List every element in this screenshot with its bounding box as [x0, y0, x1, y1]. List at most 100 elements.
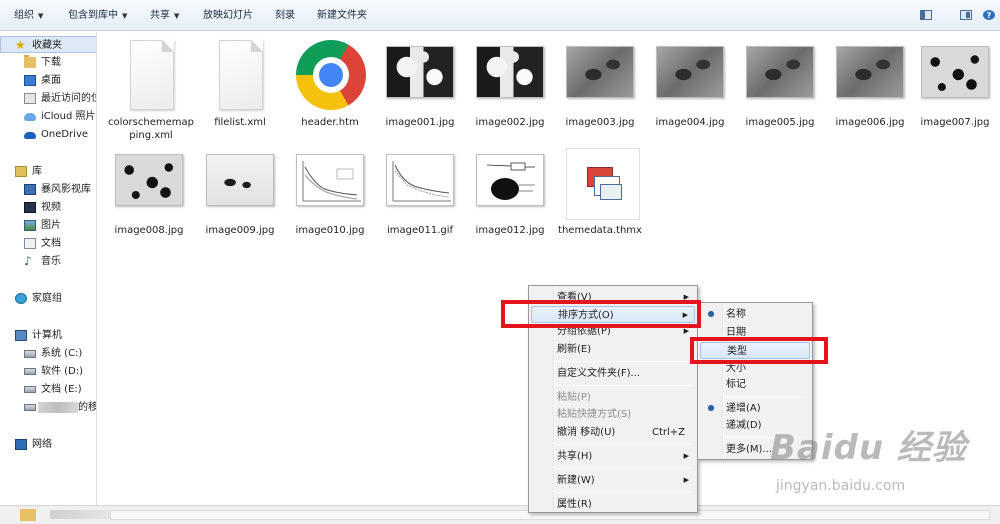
organize-button[interactable]: 组织 ▼ — [14, 8, 43, 24]
menu-item-label: 标记 — [726, 379, 746, 390]
nav-desktop[interactable]: 桌面 — [0, 72, 96, 89]
sort-descending[interactable]: 递减(D) — [700, 417, 810, 434]
image-thumbnail — [115, 148, 183, 220]
include-in-library-button[interactable]: 包含到库中 ▼ — [68, 8, 127, 24]
nav-homegroup-label: 家庭组 — [32, 293, 62, 304]
nav-videos-label: 视频 — [41, 202, 61, 213]
file-item[interactable]: image006.jpg — [827, 38, 913, 148]
nav-media-library[interactable]: 暴风影视库 — [0, 181, 96, 198]
menu-item-view[interactable]: 查看(V) ▶ — [531, 289, 695, 306]
navigation-pane: ★ 收藏夹 下载 桌面 最近访问的位 iCloud 照片 OneDrive 库 … — [0, 32, 97, 524]
nav-icloud-photos[interactable]: iCloud 照片 — [0, 108, 96, 125]
preview-pane-button[interactable] — [957, 7, 975, 23]
file-item[interactable]: image003.jpg — [557, 38, 643, 148]
file-item[interactable]: image004.jpg — [647, 38, 733, 148]
nav-drive-d[interactable]: 软件 (D:) — [0, 363, 96, 380]
nav-favorites[interactable]: ★ 收藏夹 — [0, 36, 96, 53]
sort-by-tags[interactable]: 标记 — [700, 376, 810, 393]
menu-item-new[interactable]: 新建(W) ▶ — [531, 472, 695, 489]
menu-item-label: 递减(D) — [726, 420, 762, 431]
sort-by-size[interactable]: 大小 — [700, 360, 810, 377]
radio-selected-icon — [708, 311, 714, 317]
nav-drive-e[interactable]: 文档 (E:) — [0, 381, 96, 398]
file-item[interactable]: image009.jpg — [197, 146, 283, 256]
menu-item-undo-move[interactable]: 撤消 移动(U) Ctrl+Z — [531, 424, 695, 441]
menu-item-group-by[interactable]: 分组依据(P) ▶ — [531, 323, 695, 340]
file-item[interactable]: image005.jpg — [737, 38, 823, 148]
nav-documents-label: 文档 — [41, 238, 61, 249]
menu-item-customize-folder[interactable]: 自定义文件夹(F)... — [531, 365, 695, 382]
nav-computer[interactable]: 计算机 — [0, 327, 96, 344]
menu-item-paste[interactable]: 粘贴(P) — [531, 389, 695, 406]
menu-item-label: 新建(W) — [557, 475, 595, 486]
sort-by-date[interactable]: 日期 — [700, 324, 810, 341]
file-item[interactable]: image001.jpg — [377, 38, 463, 148]
nav-recent-places[interactable]: 最近访问的位 — [0, 90, 96, 107]
menu-item-share[interactable]: 共享(H) ▶ — [531, 448, 695, 465]
menu-item-label: 类型 — [727, 346, 747, 357]
share-label: 共享 — [150, 10, 170, 21]
nav-libraries[interactable]: 库 — [0, 163, 96, 180]
radio-selected-icon — [708, 405, 714, 411]
nav-onedrive[interactable]: OneDrive — [0, 126, 96, 143]
menu-item-label: 粘贴快捷方式(S) — [557, 409, 632, 420]
menu-separator — [556, 361, 692, 362]
file-name: image003.jpg — [565, 117, 635, 128]
menu-item-label: 刷新(E) — [557, 344, 592, 355]
nav-homegroup[interactable]: 家庭组 — [0, 290, 96, 307]
nav-drive-c[interactable]: 系统 (C:) — [0, 345, 96, 362]
sort-more[interactable]: 更多(M)... — [700, 441, 810, 458]
nav-onedrive-label: OneDrive — [41, 129, 89, 140]
image-thumbnail — [386, 148, 454, 220]
file-name: image009.jpg — [205, 225, 275, 236]
theme-file-icon — [566, 148, 640, 220]
library-icon — [15, 166, 27, 177]
new-folder-button[interactable]: 新建文件夹 — [317, 8, 367, 24]
menu-item-sort-by[interactable]: 排序方式(O) ▶ — [531, 306, 695, 323]
file-item[interactable]: image007.jpg — [912, 38, 998, 148]
nav-removable-drive[interactable]: 的移动 — [0, 399, 97, 416]
image-thumbnail — [656, 40, 724, 112]
nav-favorites-label: 收藏夹 — [32, 40, 62, 51]
nav-documents[interactable]: 文档 — [0, 235, 96, 252]
file-item[interactable]: themedata.thmx — [557, 146, 643, 256]
menu-separator — [725, 397, 807, 398]
file-item[interactable]: image002.jpg — [467, 38, 553, 148]
sort-by-type[interactable]: 类型 — [700, 342, 810, 359]
menu-separator — [556, 468, 692, 469]
file-item[interactable]: image008.jpg — [106, 146, 192, 256]
menu-item-shortcut: Ctrl+Z — [651, 427, 685, 438]
nav-videos[interactable]: 视频 — [0, 199, 96, 216]
file-name: image006.jpg — [835, 117, 905, 128]
help-button[interactable]: ? — [980, 7, 998, 23]
share-button[interactable]: 共享 ▼ — [150, 8, 179, 24]
file-item[interactable]: colorschememapping.xml — [108, 38, 194, 148]
menu-item-refresh[interactable]: 刷新(E) — [531, 341, 695, 358]
folder-icon — [20, 509, 36, 521]
sort-by-name[interactable]: 名称 — [700, 306, 810, 323]
nav-media-library-label: 暴风影视库 — [41, 184, 91, 195]
context-menu: 查看(V) ▶ 排序方式(O) ▶ 分组依据(P) ▶ 刷新(E) 自定义文件夹… — [528, 285, 698, 513]
nav-removable-drive-label: 的移动 — [78, 402, 97, 413]
nav-pictures[interactable]: 图片 — [0, 217, 96, 234]
submenu-arrow-icon: ▶ — [683, 293, 689, 301]
file-item[interactable]: image012.jpg — [467, 146, 553, 256]
menu-item-properties[interactable]: 属性(R) — [531, 496, 695, 513]
menu-item-paste-shortcut[interactable]: 粘贴快捷方式(S) — [531, 406, 695, 423]
file-item[interactable]: image010.jpg — [287, 146, 373, 256]
downloads-folder-icon — [24, 55, 36, 68]
nav-network[interactable]: 网络 — [0, 436, 96, 453]
star-icon: ★ — [15, 38, 26, 52]
menu-separator — [725, 437, 807, 438]
file-item[interactable]: image011.gif — [377, 146, 463, 256]
submenu-arrow-icon: ▶ — [682, 311, 688, 319]
nav-downloads[interactable]: 下载 — [0, 54, 96, 71]
sort-ascending[interactable]: 递增(A) — [700, 400, 810, 417]
slideshow-button[interactable]: 放映幻灯片 — [203, 8, 253, 24]
burn-button[interactable]: 刻录 — [275, 8, 295, 24]
file-item[interactable]: filelist.xml — [197, 38, 283, 148]
change-view-button[interactable] — [917, 7, 935, 23]
nav-music[interactable]: ♪ 音乐 — [0, 253, 96, 270]
file-item[interactable]: header.htm — [287, 38, 373, 148]
nav-computer-label: 计算机 — [32, 330, 62, 341]
